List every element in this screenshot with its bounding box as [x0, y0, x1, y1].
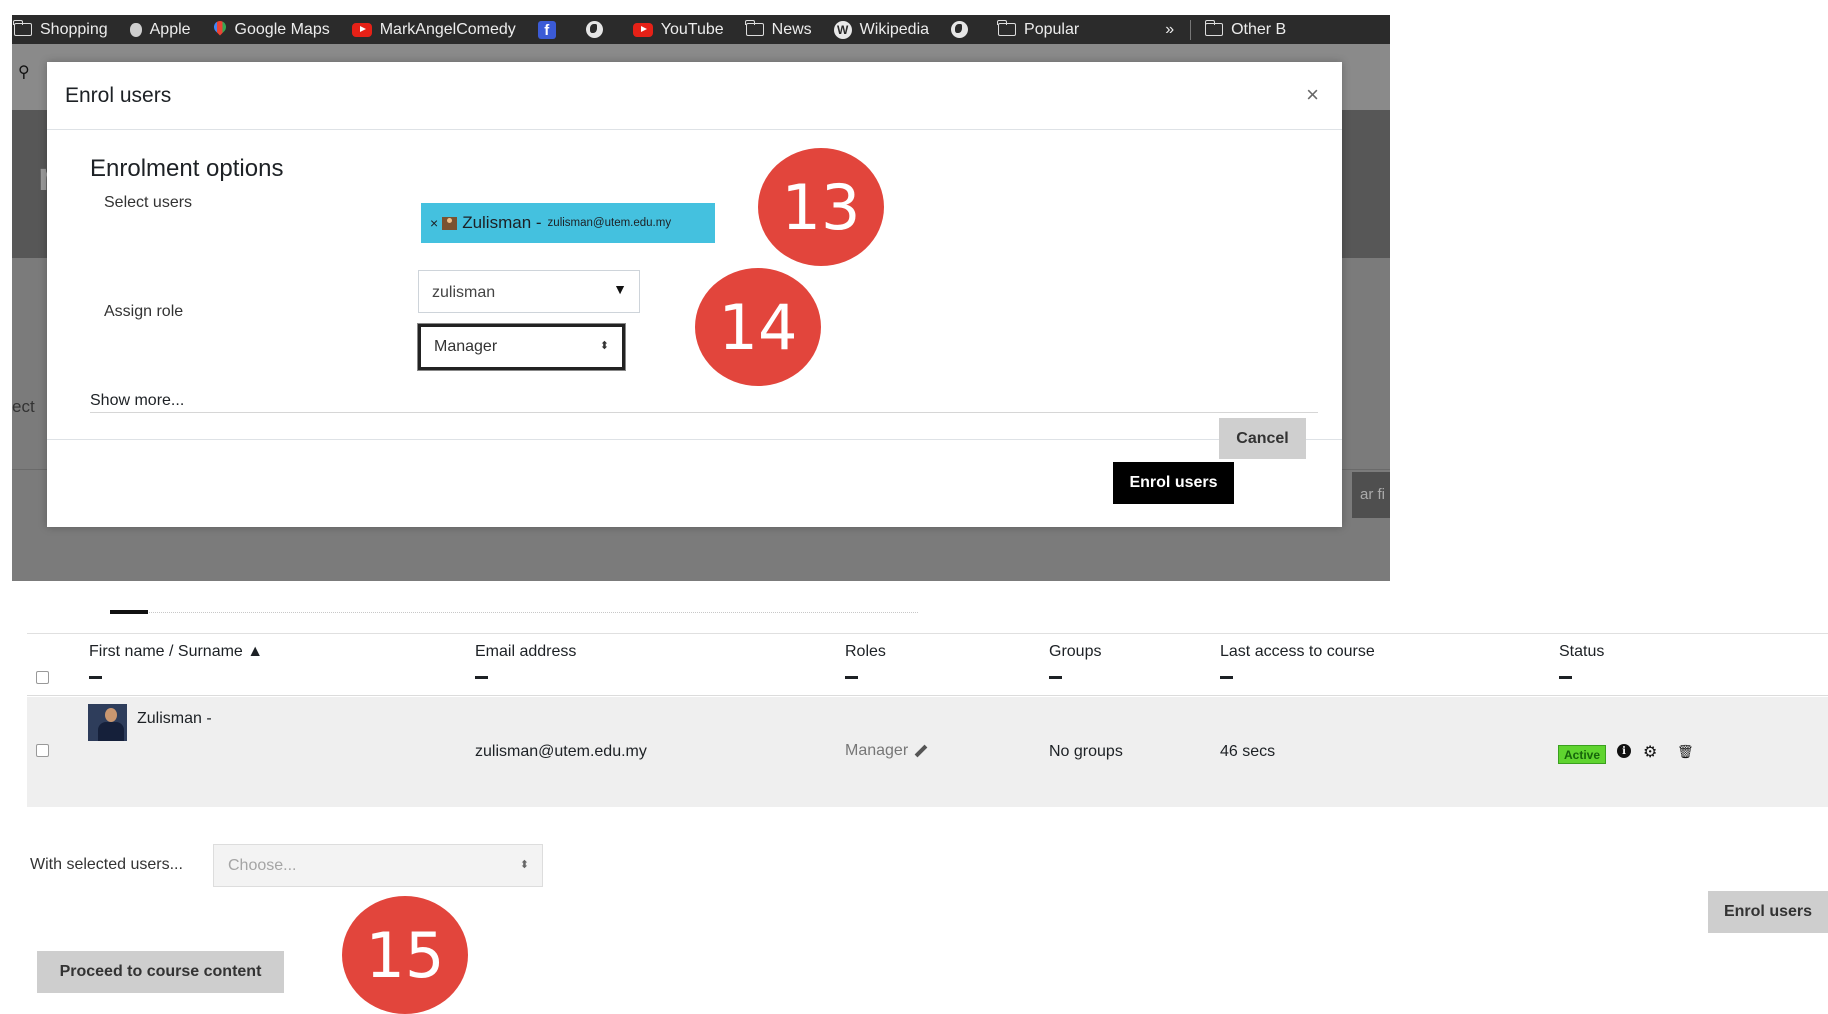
- close-icon[interactable]: ×: [1306, 82, 1319, 108]
- header-last-access[interactable]: Last access to course: [1220, 643, 1375, 661]
- youtube-icon: [632, 22, 653, 37]
- apple-icon: [129, 22, 142, 37]
- options-divider: [90, 412, 1318, 413]
- folder-icon: [745, 20, 764, 36]
- info-icon[interactable]: i: [1617, 744, 1631, 758]
- trash-icon[interactable]: 🗑: [1677, 744, 1694, 760]
- bookmark-apple[interactable]: Apple: [129, 21, 191, 39]
- user-search-input[interactable]: zulisman ▼: [418, 270, 640, 313]
- enrol-screenshot: Shopping Apple Google Maps MarkAngelCome…: [12, 15, 1390, 581]
- header-roles-dash: [845, 676, 858, 679]
- background-filter-button: ar fi: [1352, 472, 1390, 518]
- bookmark-facebook[interactable]: f: [537, 20, 564, 39]
- header-email[interactable]: Email address: [475, 643, 576, 661]
- header-groups: Groups: [1049, 643, 1102, 660]
- header-roles: Roles: [845, 643, 886, 660]
- bookmarks-overflow-button[interactable]: »: [1165, 21, 1174, 39]
- bookmarks-bar: Shopping Apple Google Maps MarkAngelCome…: [12, 15, 1390, 44]
- youtube-icon: [351, 22, 372, 37]
- assign-role-label: Assign role: [104, 303, 184, 320]
- bookmark-google-maps[interactable]: Google Maps: [213, 21, 330, 39]
- bookmark-wikipedia[interactable]: W Wikipedia: [833, 20, 929, 39]
- row-last-access: 46 secs: [1220, 743, 1276, 760]
- selected-user-email: zulisman@utem.edu.my: [547, 217, 672, 229]
- enrolment-options-heading: Enrolment options: [90, 155, 284, 182]
- background-select-fragment: ect: [12, 397, 35, 416]
- wikipedia-icon: W: [833, 20, 852, 39]
- header-status-dash: [1559, 676, 1572, 679]
- facebook-icon: f: [537, 20, 556, 39]
- header-email-dash: [475, 676, 488, 679]
- bulk-action-select[interactable]: Choose... ⬍: [213, 844, 543, 887]
- row-role[interactable]: Manager: [845, 742, 928, 760]
- with-selected-label: With selected users...: [30, 856, 183, 873]
- row-role-label: Manager: [845, 742, 909, 759]
- select-arrows-icon: ⬍: [599, 340, 609, 352]
- proceed-to-course-button[interactable]: Proceed to course content: [37, 951, 284, 993]
- step-badge-14: 14: [695, 268, 821, 386]
- enrol-users-button[interactable]: Enrol users: [1113, 462, 1234, 504]
- select-users-label: Select users: [104, 194, 193, 211]
- step-badge-13: 13: [758, 148, 884, 266]
- user-avatar: [442, 216, 458, 230]
- folder-icon: [13, 20, 32, 36]
- modal-header: Enrol users ×: [47, 62, 1342, 130]
- selected-user-name: Zulisman -: [462, 213, 542, 232]
- remove-user-icon[interactable]: ×: [430, 215, 438, 231]
- assign-role-select[interactable]: Manager ⬍: [417, 323, 626, 371]
- bookmark-popular[interactable]: Popular: [997, 20, 1079, 39]
- pencil-icon[interactable]: [914, 744, 928, 758]
- bookmark-separator: [1190, 19, 1192, 40]
- pagination-line: [110, 612, 918, 613]
- header-status: Status: [1559, 643, 1605, 660]
- table-row: Zulisman - zulisman@utem.edu.my Manager …: [27, 697, 1828, 807]
- bookmark-other[interactable]: Other B: [1204, 20, 1286, 39]
- folder-icon: [1204, 20, 1224, 36]
- bookmark-globe-1[interactable]: [585, 21, 611, 38]
- modal-footer-divider: [47, 439, 1342, 440]
- select-all-checkbox[interactable]: [36, 671, 49, 684]
- header-name-dash: [89, 676, 102, 679]
- row-checkbox[interactable]: [36, 744, 49, 757]
- sitemap-icon: ⚲: [18, 64, 30, 81]
- row-name[interactable]: Zulisman -: [137, 710, 212, 728]
- role-value: Manager: [434, 338, 498, 355]
- bookmark-globe-2[interactable]: [951, 21, 976, 38]
- bookmark-news[interactable]: News: [745, 20, 812, 39]
- header-name[interactable]: First name / Surname ▲: [89, 643, 263, 661]
- dropdown-arrow-icon[interactable]: ▼: [613, 281, 627, 297]
- bookmark-shopping[interactable]: Shopping: [13, 20, 108, 39]
- show-more-link[interactable]: Show more...: [90, 392, 184, 410]
- step-badge-15: 15: [342, 896, 468, 1014]
- gear-icon[interactable]: ⚙: [1643, 742, 1657, 762]
- select-arrows-icon: ⬍: [519, 859, 529, 871]
- enrol-users-modal: Enrol users × Enrolment options Select u…: [47, 62, 1342, 527]
- pagination-active: [110, 610, 148, 614]
- participants-table-header: First name / Surname ▲ Email address Rol…: [27, 633, 1828, 696]
- map-pin-icon: [213, 21, 227, 39]
- bookmark-youtube[interactable]: YouTube: [632, 21, 724, 39]
- header-groups-dash: [1049, 676, 1062, 679]
- enrol-users-page-button[interactable]: Enrol users: [1708, 891, 1828, 933]
- avatar: [88, 704, 127, 741]
- bulk-action-placeholder: Choose...: [228, 857, 297, 874]
- row-groups: No groups: [1049, 743, 1123, 760]
- globe-icon: [951, 21, 969, 38]
- header-last-access-dash: [1220, 676, 1233, 679]
- globe-icon: [585, 21, 603, 38]
- user-search-value: zulisman: [432, 284, 496, 301]
- row-email: zulisman@utem.edu.my: [475, 743, 647, 760]
- selected-user-chip[interactable]: × Zulisman - zulisman@utem.edu.my: [421, 203, 715, 243]
- cancel-button[interactable]: Cancel: [1219, 418, 1306, 459]
- bookmark-markangelcomedy[interactable]: MarkAngelComedy: [351, 21, 516, 39]
- status-badge: Active: [1558, 745, 1607, 764]
- modal-title: Enrol users: [65, 84, 172, 107]
- folder-icon: [997, 20, 1017, 36]
